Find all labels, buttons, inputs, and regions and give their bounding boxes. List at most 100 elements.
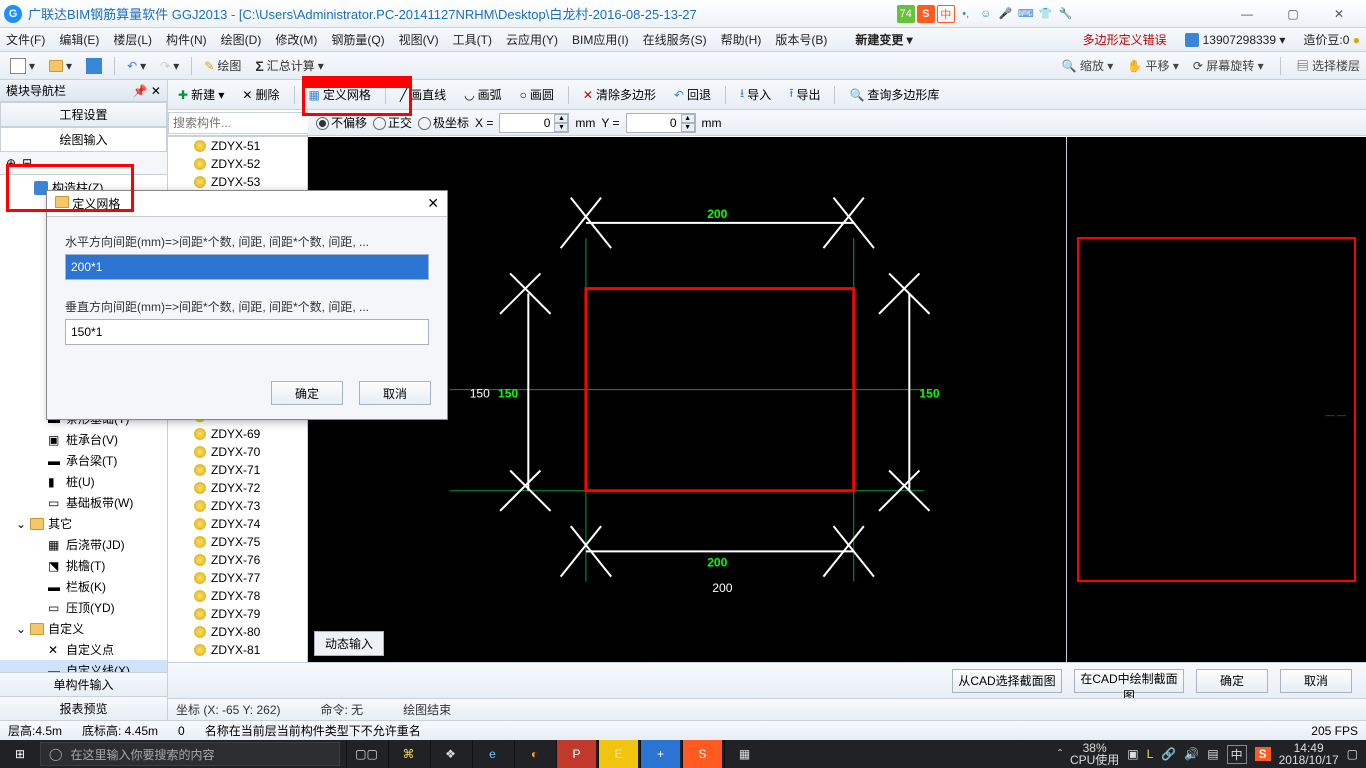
save-button[interactable] bbox=[82, 56, 106, 76]
radio-nooffset[interactable]: 不偏移 bbox=[316, 114, 367, 131]
poly-line-button[interactable]: ╱画直线 bbox=[396, 84, 450, 105]
list-item[interactable]: ZDYX-73 bbox=[168, 497, 307, 515]
task-app-1[interactable]: ⌘ bbox=[388, 740, 428, 768]
tray-icon[interactable]: ▤ bbox=[1207, 747, 1218, 761]
open-file-button[interactable]: ▾ bbox=[45, 57, 76, 75]
expand-icon[interactable]: ⊕ bbox=[6, 156, 16, 170]
tray-volume-icon[interactable]: 🔊 bbox=[1184, 747, 1199, 761]
dialog-close-button[interactable]: ✕ bbox=[427, 195, 439, 212]
tray-icon[interactable]: ▣ bbox=[1127, 747, 1138, 761]
task-app-7[interactable]: S bbox=[682, 740, 722, 768]
list-item[interactable]: ZDYX-76 bbox=[168, 551, 307, 569]
tab-draw-input[interactable]: 绘图输入 bbox=[0, 127, 167, 152]
poly-grid-button[interactable]: ▦定义网格 bbox=[305, 84, 375, 105]
new-file-button[interactable]: ▾ bbox=[6, 56, 39, 76]
list-item[interactable]: ZDYX-80 bbox=[168, 623, 307, 641]
maximize-button[interactable]: ▢ bbox=[1270, 0, 1316, 28]
menu-draw[interactable]: 绘图(D) bbox=[221, 31, 262, 48]
poly-circ-button[interactable]: ○画圆 bbox=[516, 84, 558, 105]
tab-single-input[interactable]: 单构件输入 bbox=[0, 672, 167, 696]
task-app-3[interactable]: ◐ bbox=[514, 740, 554, 768]
tree-item[interactable]: ✕自定义点 bbox=[0, 639, 167, 660]
redo-button[interactable]: ↷▾ bbox=[156, 57, 183, 75]
list-item[interactable]: ZDYX-74 bbox=[168, 515, 307, 533]
radio-ortho[interactable]: 正交 bbox=[373, 114, 412, 131]
list-item[interactable]: ZDYX-53 bbox=[168, 173, 307, 191]
cancel-button[interactable]: 取消 bbox=[1280, 669, 1352, 693]
list-item[interactable]: ZDYX-75 bbox=[168, 533, 307, 551]
menu-view[interactable]: 视图(V) bbox=[399, 31, 439, 48]
draw-button[interactable]: ✎绘图 bbox=[200, 55, 245, 76]
tray-up-icon[interactable]: ˆ bbox=[1058, 747, 1062, 761]
list-item[interactable]: ZDYX-71 bbox=[168, 461, 307, 479]
task-app-4[interactable]: P bbox=[556, 740, 596, 768]
menu-floor[interactable]: 楼层(L) bbox=[113, 31, 152, 48]
task-app-6[interactable]: + bbox=[640, 740, 680, 768]
tree-item[interactable]: ▬栏板(K) bbox=[0, 576, 167, 597]
list-item[interactable]: ZDYX-81 bbox=[168, 641, 307, 659]
tree-qita[interactable]: ⌄ 其它 bbox=[0, 513, 167, 534]
task-app-8[interactable]: ▦ bbox=[724, 740, 764, 768]
tree-item[interactable]: ▮桩(U) bbox=[0, 471, 167, 492]
menu-component[interactable]: 构件(N) bbox=[166, 31, 207, 48]
menu-tool[interactable]: 工具(T) bbox=[453, 31, 492, 48]
ime-punct-icon[interactable]: •, bbox=[957, 5, 975, 23]
ime-s-tray[interactable]: S bbox=[1255, 747, 1271, 761]
poly-undo-button[interactable]: ↶回退 bbox=[670, 84, 715, 105]
menu-online[interactable]: 在线服务(S) bbox=[643, 31, 707, 48]
ime-zh-tray[interactable]: 中 bbox=[1227, 745, 1247, 764]
collapse-icon[interactable]: ⊟ bbox=[22, 156, 32, 170]
list-item[interactable]: ZDYX-77 bbox=[168, 569, 307, 587]
list-item[interactable]: ZDYX-70 bbox=[168, 443, 307, 461]
poly-arc-button[interactable]: ◡画弧 bbox=[460, 84, 506, 105]
sum-button[interactable]: Σ汇总计算▾ bbox=[251, 55, 327, 76]
spin-up[interactable]: ▲ bbox=[554, 114, 568, 123]
list-item[interactable]: ZDYX-69 bbox=[168, 425, 307, 443]
menu-newchange[interactable]: 新建变更 ▾ bbox=[855, 31, 912, 48]
tree-item[interactable]: ▭基础板带(W) bbox=[0, 492, 167, 513]
zoom-button[interactable]: 🔍 缩放 ▾ bbox=[1062, 57, 1114, 74]
pan-button[interactable]: ✋ 平移 ▾ bbox=[1127, 57, 1179, 74]
dlg-input-h[interactable] bbox=[65, 254, 429, 280]
radio-polar[interactable]: 极坐标 bbox=[418, 114, 469, 131]
notification-icon[interactable]: ▢ bbox=[1347, 747, 1358, 761]
tree-zdy[interactable]: ⌄ 自定义 bbox=[0, 618, 167, 639]
menu-rebar[interactable]: 钢筋量(Q) bbox=[331, 31, 384, 48]
taskview-icon[interactable]: ▢▢ bbox=[346, 740, 386, 768]
dlg-cancel-button[interactable]: 取消 bbox=[359, 381, 431, 405]
poly-del-button[interactable]: ✕删除 bbox=[238, 84, 283, 105]
tree-item[interactable]: ▬承台梁(T) bbox=[0, 450, 167, 471]
menu-cloud[interactable]: 云应用(Y) bbox=[506, 31, 558, 48]
spin-up[interactable]: ▲ bbox=[681, 114, 695, 123]
rotate-button[interactable]: ⟳ 屏幕旋转 ▾ bbox=[1193, 57, 1264, 74]
menu-bim[interactable]: BIM应用(I) bbox=[572, 31, 629, 48]
ime-keyboard-icon[interactable]: ⌨ bbox=[1017, 5, 1035, 23]
menu-edit[interactable]: 编辑(E) bbox=[59, 31, 99, 48]
tray-icon[interactable]: L bbox=[1147, 747, 1154, 761]
close-button[interactable]: ✕ bbox=[1316, 0, 1362, 28]
dlg-input-v[interactable] bbox=[65, 319, 429, 345]
spin-down[interactable]: ▼ bbox=[554, 123, 568, 132]
cpu-widget[interactable]: 38%CPU使用 bbox=[1070, 742, 1119, 766]
ime-skin-icon[interactable]: 👕 bbox=[1037, 5, 1055, 23]
coin-label[interactable]: 造价豆:0 ● bbox=[1303, 31, 1360, 48]
tab-project-settings[interactable]: 工程设置 bbox=[0, 102, 167, 127]
menu-help[interactable]: 帮助(H) bbox=[721, 31, 762, 48]
task-app-5[interactable]: E bbox=[598, 740, 638, 768]
dlg-ok-button[interactable]: 确定 bbox=[271, 381, 343, 405]
cad-draw-button[interactable]: 在CAD中绘制截面图 bbox=[1074, 669, 1184, 693]
ime-mic-icon[interactable]: 🎤 bbox=[997, 5, 1015, 23]
start-button[interactable]: ⊞ bbox=[0, 747, 40, 761]
list-item[interactable]: ZDYX-51 bbox=[168, 137, 307, 155]
taskbar-search[interactable]: ◯在这里输入你要搜索的内容 bbox=[40, 742, 340, 766]
tree-item[interactable]: ▣桩承台(V) bbox=[0, 429, 167, 450]
ime-zh-icon[interactable]: 中 bbox=[937, 5, 955, 23]
user-account[interactable]: 13907298339 ▾ bbox=[1185, 33, 1286, 47]
menu-version[interactable]: 版本号(B) bbox=[775, 31, 827, 48]
task-edge[interactable]: e bbox=[472, 740, 512, 768]
ime-tool-icon[interactable]: 🔧 bbox=[1057, 5, 1075, 23]
minimize-button[interactable]: — bbox=[1224, 0, 1270, 28]
ime-smile-icon[interactable]: ☺ bbox=[977, 5, 995, 23]
tray-icon[interactable]: 🔗 bbox=[1161, 747, 1176, 761]
poly-clear-button[interactable]: ✕清除多边形 bbox=[579, 84, 660, 105]
